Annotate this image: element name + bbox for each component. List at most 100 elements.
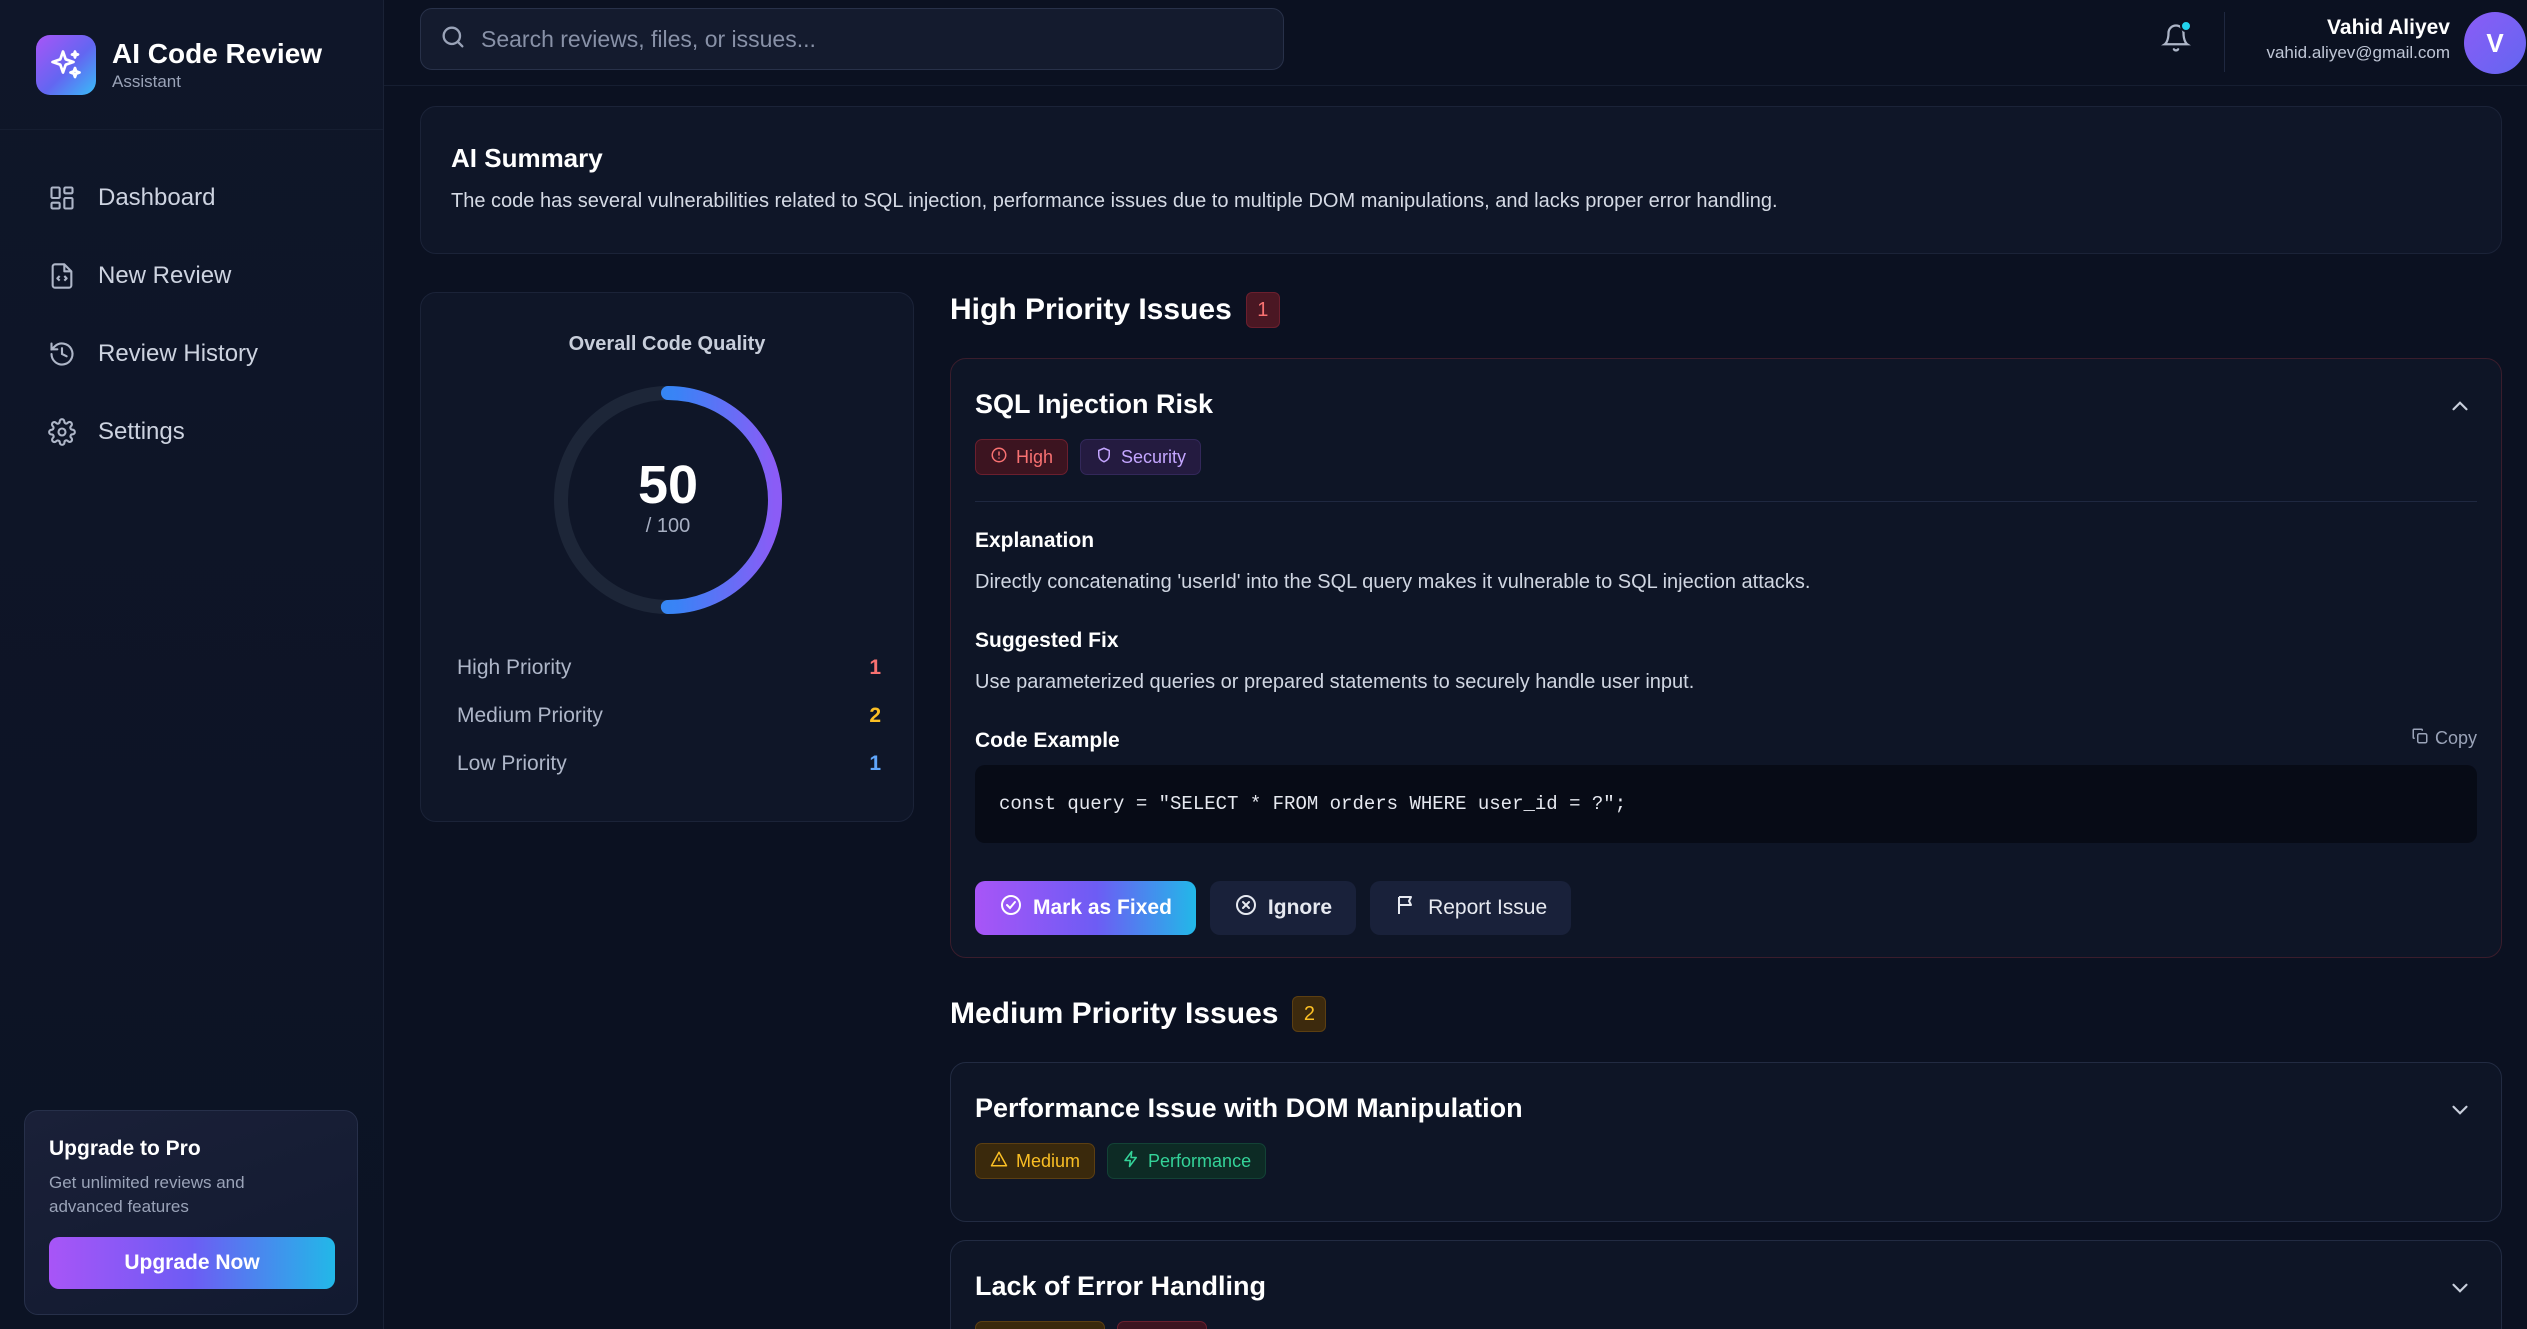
sidebar-nav: Dashboard New Review Review History Sett… (0, 130, 383, 460)
top-header: Vahid Aliyev vahid.aliyev@gmail.com V (384, 0, 2527, 86)
dashboard-icon (48, 183, 78, 213)
high-priority-heading: High Priority Issues 1 (950, 292, 1280, 328)
sidebar-item-label: Settings (98, 418, 185, 445)
search-input[interactable] (481, 25, 1261, 53)
notifications-button[interactable] (2156, 20, 2196, 60)
copy-button[interactable]: Copy (2411, 727, 2477, 750)
medium-priority-heading: Medium Priority Issues 2 (950, 996, 1327, 1032)
ai-summary-card: AI Summary The code has several vulnerab… (420, 106, 2502, 254)
issue-tags: High Security (975, 439, 1202, 475)
ai-summary-text: The code has several vulnerabilities rel… (451, 190, 1778, 212)
issue-title[interactable]: Lack of Error Handling (975, 1271, 1266, 1302)
x-circle-icon (1234, 893, 1258, 923)
report-issue-button[interactable]: Report Issue (1370, 881, 1572, 935)
priority-row-medium: Medium Priority 2 (457, 701, 881, 731)
category-tag: Security (1080, 439, 1202, 475)
header-divider (2224, 12, 2225, 72)
sidebar-item-label: Review History (98, 340, 259, 367)
code-line: const query = "SELECT * FROM orders WHER… (999, 793, 1627, 815)
explanation-heading: Explanation (975, 529, 1095, 552)
priority-label: Low Priority (457, 752, 567, 775)
button-label: Report Issue (1428, 896, 1548, 919)
sidebar-item-new-review[interactable]: New Review (24, 248, 359, 304)
code-example-heading: Code Example (975, 729, 1120, 752)
sidebar-item-dashboard[interactable]: Dashboard (24, 170, 359, 226)
button-label: Ignore (1267, 896, 1333, 919)
priority-count: 2 (869, 704, 881, 727)
warning-triangle-icon (990, 1150, 1008, 1173)
issue-tags (975, 1321, 1207, 1329)
chevron-down-icon[interactable] (2447, 1097, 2473, 1123)
check-circle-icon (999, 893, 1023, 923)
upgrade-description: Get unlimited reviews and advanced featu… (49, 1173, 245, 1216)
sidebar-item-label: New Review (98, 262, 232, 289)
history-icon (48, 339, 78, 369)
suggested-fix-heading: Suggested Fix (975, 629, 1119, 652)
issue-card-dom-performance[interactable]: Performance Issue with DOM Manipulation … (950, 1062, 2502, 1222)
search-bar[interactable] (420, 8, 1284, 70)
tag-label: Performance (1148, 1150, 1252, 1171)
quality-gauge: 50 / 100 (551, 383, 785, 617)
tag-label: Medium (1016, 1150, 1081, 1171)
chevron-up-icon[interactable] (2447, 393, 2473, 419)
avatar[interactable]: V (2464, 12, 2526, 74)
sidebar-item-review-history[interactable]: Review History (24, 326, 359, 382)
copy-label: Copy (2434, 728, 2477, 748)
tag-label: High (1016, 446, 1054, 467)
medium-count-badge: 2 (1292, 996, 1327, 1032)
user-name: Vahid Aliyev (2327, 16, 2450, 39)
sidebar: AI Code Review Assistant Dashboard New R… (0, 0, 384, 1329)
upgrade-now-button[interactable]: Upgrade Now (49, 1237, 335, 1289)
app-subtitle: Assistant (112, 71, 181, 91)
severity-tag: Medium (975, 1143, 1096, 1179)
issue-title[interactable]: Performance Issue with DOM Manipulation (975, 1093, 1523, 1124)
issue-actions: Mark as Fixed Ignore Report Issue (975, 881, 1572, 935)
suggested-fix-text: Use parameterized queries or prepared st… (975, 671, 1695, 693)
file-code-icon (48, 261, 78, 291)
tag-label: Security (1121, 446, 1187, 467)
ignore-button[interactable]: Ignore (1209, 881, 1357, 935)
priority-count: 1 (869, 752, 881, 775)
category-tag: Performance (1107, 1143, 1267, 1179)
flag-icon (1394, 893, 1418, 923)
issue-card-sql-injection: SQL Injection Risk High Security Explana… (950, 358, 2502, 958)
issue-tags: Medium Performance (975, 1143, 1267, 1179)
search-icon (439, 23, 467, 56)
code-quality-card: Overall Code Quality 50 / 100 High Prior… (420, 292, 914, 822)
severity-tag: High (975, 439, 1069, 475)
sidebar-item-label: Dashboard (98, 184, 216, 211)
code-quality-title: Overall Code Quality (568, 333, 766, 355)
ai-summary-title: AI Summary (451, 143, 603, 173)
mark-as-fixed-button[interactable]: Mark as Fixed (975, 881, 1196, 935)
app-title: AI Code Review (112, 37, 323, 69)
quality-score: 50 (637, 455, 699, 515)
category-tag (1117, 1321, 1207, 1329)
brand[interactable]: AI Code Review Assistant (0, 0, 383, 130)
section-title: Medium Priority Issues (950, 997, 1279, 1030)
notification-dot (2180, 20, 2192, 32)
chevron-down-icon[interactable] (2447, 1275, 2473, 1301)
copy-icon (2411, 727, 2429, 750)
priority-label: High Priority (457, 656, 572, 679)
divider (975, 501, 2477, 502)
user-info[interactable]: Vahid Aliyev vahid.aliyev@gmail.com (2244, 14, 2450, 64)
sparkle-logo-icon (36, 34, 96, 95)
issue-title[interactable]: SQL Injection Risk (975, 389, 1213, 420)
priority-count: 1 (869, 656, 881, 679)
sidebar-item-settings[interactable]: Settings (24, 404, 359, 460)
shield-icon (1095, 446, 1113, 469)
issue-card-error-handling[interactable]: Lack of Error Handling (950, 1240, 2502, 1329)
severity-tag (975, 1321, 1105, 1329)
button-label: Mark as Fixed (1033, 896, 1172, 919)
priority-label: Medium Priority (457, 704, 603, 727)
alert-circle-icon (990, 446, 1008, 469)
gear-icon (48, 417, 78, 447)
section-title: High Priority Issues (950, 293, 1232, 326)
upgrade-card: Upgrade to Pro Get unlimited reviews and… (24, 1110, 358, 1315)
explanation-text: Directly concatenating 'userId' into the… (975, 571, 1811, 593)
upgrade-title: Upgrade to Pro (49, 1137, 201, 1160)
quality-out-of: / 100 (645, 515, 691, 537)
user-email: vahid.aliyev@gmail.com (2266, 43, 2450, 62)
priority-row-low: Low Priority 1 (457, 749, 881, 779)
lightning-icon (1122, 1150, 1140, 1173)
